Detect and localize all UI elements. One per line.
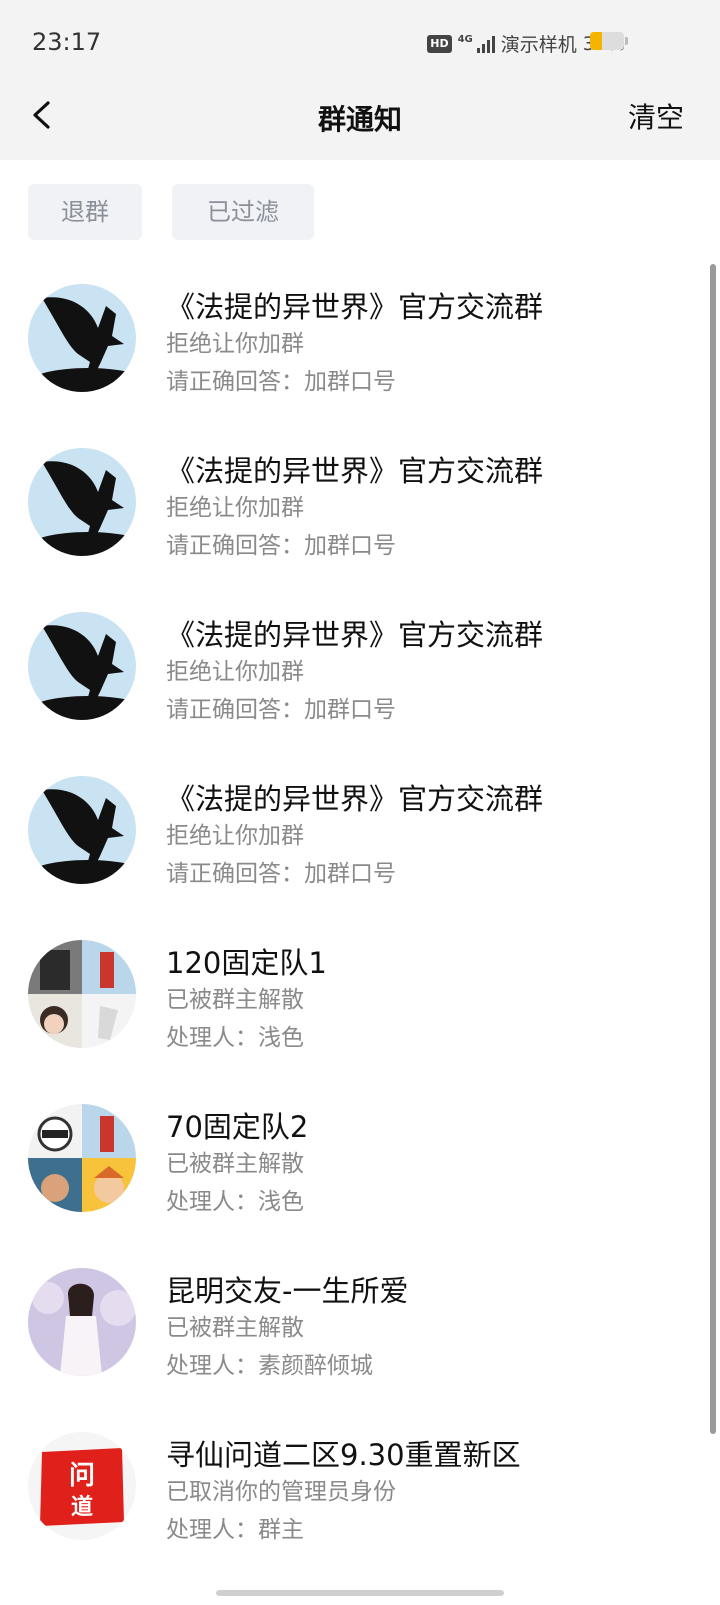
status-bar: 23:17 HD 4G 演示样机 34%	[0, 0, 720, 86]
eagle-avatar-icon	[28, 612, 136, 720]
notification-item[interactable]: 《法提的异世界》官方交流群 拒绝让你加群 请正确回答：加群口号	[0, 284, 700, 404]
notification-detail: 处理人：浅色	[166, 1025, 304, 1051]
group-name: 昆明交友-一生所爱	[166, 1274, 409, 1308]
notification-item[interactable]: 120固定队1 已被群主解散 处理人：浅色	[0, 940, 700, 1060]
hd-icon: HD	[427, 34, 452, 53]
notification-detail: 处理人：浅色	[166, 1189, 304, 1215]
notification-status: 拒绝让你加群	[166, 659, 304, 685]
notification-detail: 请正确回答：加群口号	[166, 533, 396, 559]
group-avatar	[28, 448, 136, 556]
group-name: 《法提的异世界》官方交流群	[166, 290, 544, 324]
notification-item[interactable]: 昆明交友-一生所爱 已被群主解散 处理人：素颜醉倾城	[0, 1268, 700, 1388]
group-name: 《法提的异世界》官方交流群	[166, 782, 544, 816]
notification-detail: 处理人：群主	[166, 1517, 304, 1543]
scrollbar[interactable]	[710, 264, 716, 1434]
group-name: 《法提的异世界》官方交流群	[166, 454, 544, 488]
notification-item[interactable]: 《法提的异世界》官方交流群 拒绝让你加群 请正确回答：加群口号	[0, 612, 700, 732]
seal-text-top: 问	[69, 1461, 95, 1491]
seal-avatar-icon: 问 道	[28, 1432, 136, 1540]
home-indicator[interactable]	[216, 1590, 504, 1596]
notification-item[interactable]: 问 道 寻仙问道二区9.30重置新区 已取消你的管理员身份 处理人：群主	[0, 1432, 700, 1552]
eagle-avatar-icon	[28, 776, 136, 884]
status-time: 23:17	[32, 28, 102, 56]
group-name: 寻仙问道二区9.30重置新区	[166, 1438, 521, 1472]
notification-detail: 请正确回答：加群口号	[166, 861, 396, 887]
filter-chip-quit[interactable]: 退群	[28, 184, 142, 240]
group-avatar	[28, 612, 136, 720]
notification-status: 已被群主解散	[166, 1151, 304, 1177]
group-avatar: 问 道	[28, 1432, 136, 1540]
network-type: 4G	[457, 33, 473, 45]
portrait-avatar-icon	[28, 1268, 136, 1376]
notification-item[interactable]: 《法提的异世界》官方交流群 拒绝让你加群 请正确回答：加群口号	[0, 448, 700, 568]
carrier-name: 演示样机	[500, 34, 577, 56]
notification-status: 已取消你的管理员身份	[166, 1479, 396, 1505]
clear-button[interactable]: 清空	[628, 96, 684, 136]
notification-status: 已被群主解散	[166, 1315, 304, 1341]
notification-status: 拒绝让你加群	[166, 495, 304, 521]
page-title: 群通知	[317, 103, 402, 136]
notification-item[interactable]: 《法提的异世界》官方交流群 拒绝让你加群 请正确回答：加群口号	[0, 776, 700, 896]
notification-detail: 请正确回答：加群口号	[166, 697, 396, 723]
signal-icon: 4G	[457, 33, 495, 53]
group-avatar	[28, 284, 136, 392]
notification-item[interactable]: 70固定队2 已被群主解散 处理人：浅色	[0, 1104, 700, 1224]
notification-status: 拒绝让你加群	[166, 823, 304, 849]
group-name: 《法提的异世界》官方交流群	[166, 618, 544, 652]
seal-text-bottom: 道	[71, 1494, 93, 1520]
group-avatar	[28, 1104, 136, 1212]
filter-chip-filtered[interactable]: 已过滤	[172, 184, 314, 240]
eagle-avatar-icon	[28, 284, 136, 392]
notification-detail: 处理人：素颜醉倾城	[166, 1353, 373, 1379]
group-name: 70固定队2	[166, 1110, 309, 1144]
notification-detail: 请正确回答：加群口号	[166, 369, 396, 395]
group-avatar	[28, 776, 136, 884]
notification-status: 已被群主解散	[166, 987, 304, 1013]
battery-level	[590, 32, 602, 50]
group-avatar	[28, 1268, 136, 1376]
mosaic-avatar-icon	[28, 940, 136, 1048]
battery-icon	[590, 32, 624, 50]
group-name: 120固定队1	[166, 946, 327, 980]
notification-status: 拒绝让你加群	[166, 331, 304, 357]
mosaic-avatar-icon	[28, 1104, 136, 1212]
group-avatar	[28, 940, 136, 1048]
nav-bar: 群通知 清空	[0, 86, 720, 160]
eagle-avatar-icon	[28, 448, 136, 556]
